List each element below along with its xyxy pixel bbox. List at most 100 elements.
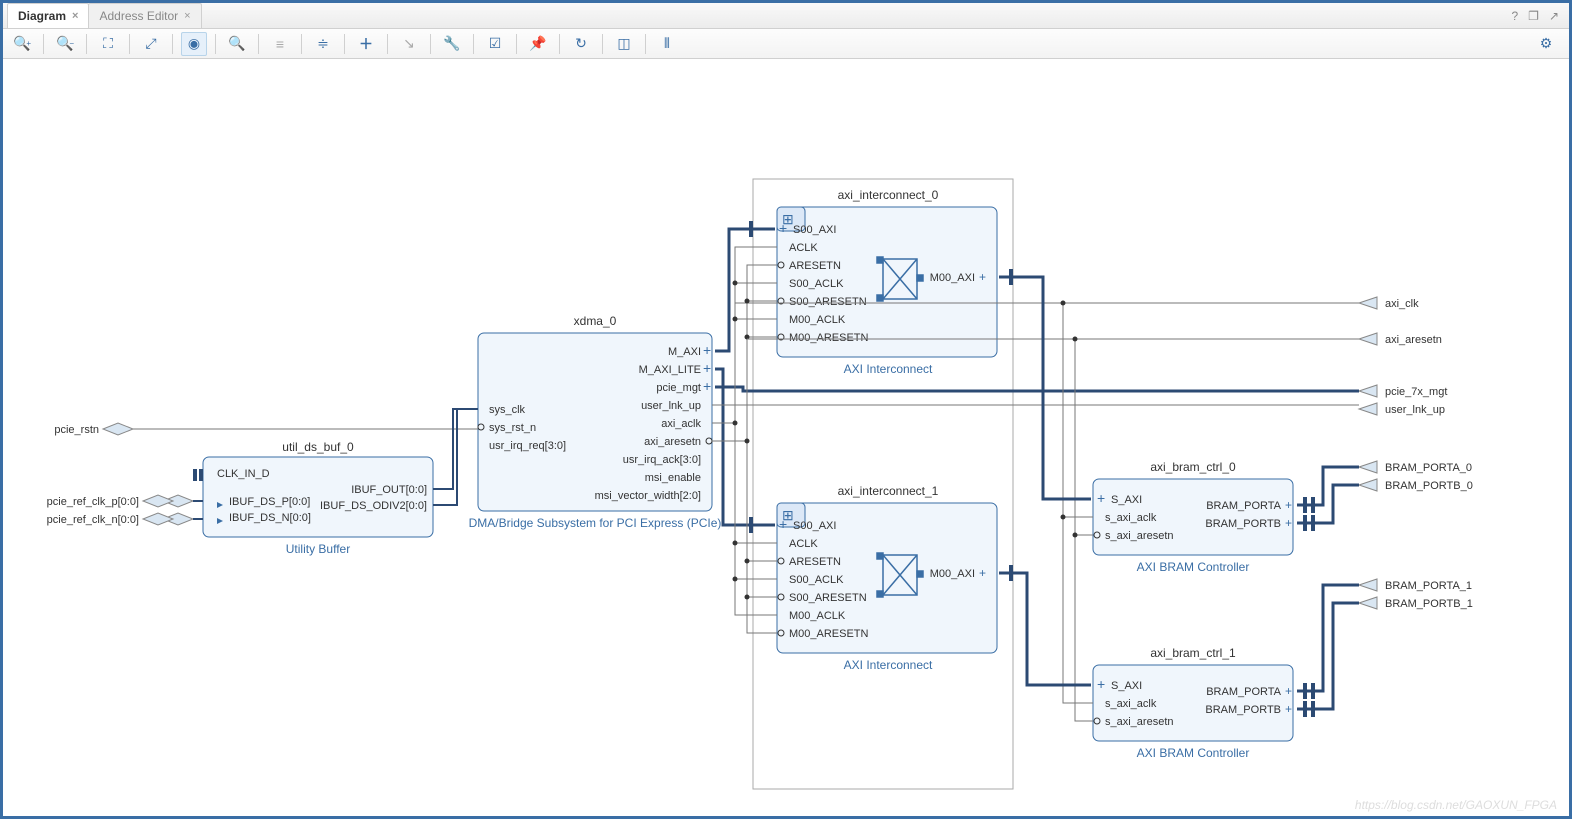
- ext-port-pcie-7x-mgt[interactable]: pcie_7x_mgt: [1359, 385, 1447, 398]
- ext-port-pcie-ref-clk-n[interactable]: pcie_ref_clk_n[0:0]: [47, 513, 193, 526]
- svg-text:+: +: [1285, 702, 1292, 716]
- port-label: user_lnk_up: [641, 400, 701, 412]
- watermark: https://blog.csdn.net/GAOXUN_FPGA: [1355, 798, 1557, 812]
- block-axi-bram-ctrl-0[interactable]: axi_bram_ctrl_0 S_AXI + s_axi_aclk s_axi…: [1093, 460, 1293, 574]
- ext-port-label: user_lnk_up: [1385, 404, 1445, 416]
- ext-port-pcie-ref-clk-p[interactable]: pcie_ref_clk_p[0:0]: [47, 495, 193, 508]
- port-label: S00_ARESETN: [789, 592, 867, 604]
- port-label: BRAM_PORTB: [1205, 704, 1281, 716]
- svg-text:+: +: [779, 516, 787, 532]
- block-type: AXI Interconnect: [844, 658, 933, 672]
- help-icon[interactable]: ?: [1511, 9, 1518, 23]
- svg-text:+: +: [979, 566, 986, 580]
- search-button[interactable]: 🔍: [224, 32, 250, 56]
- port-label: M00_ACLK: [789, 610, 846, 622]
- wire: [1075, 535, 1093, 721]
- ext-port-pcie-rstn[interactable]: pcie_rstn: [54, 423, 133, 436]
- port-label: IBUF_DS_ODIV2[0:0]: [320, 500, 427, 512]
- gear-icon[interactable]: ⚙: [1533, 32, 1559, 56]
- expand-button[interactable]: ⤢: [138, 32, 164, 56]
- ext-port-label: pcie_ref_clk_p[0:0]: [47, 496, 139, 508]
- center-button[interactable]: ◉: [181, 32, 207, 56]
- port-label: M00_ARESETN: [789, 332, 869, 344]
- close-icon[interactable]: ×: [184, 4, 190, 29]
- block-xdma[interactable]: xdma_0 sys_clk sys_rst_n usr_irq_req[3:0…: [469, 314, 722, 530]
- block-axi-interconnect-0[interactable]: axi_interconnect_0 ⊞ S00_AXI + ACLK ARES…: [777, 188, 997, 376]
- tab-diagram[interactable]: Diagram ×: [7, 3, 89, 28]
- ext-port-label: BRAM_PORTA_1: [1385, 580, 1472, 592]
- svg-text:+: +: [1097, 676, 1105, 692]
- wire: [433, 409, 478, 489]
- svg-text:+: +: [1097, 490, 1105, 506]
- highlight-button[interactable]: ◫: [611, 32, 637, 56]
- ext-port-user-lnk-up[interactable]: user_lnk_up: [1359, 403, 1445, 416]
- add-ip-button[interactable]: ＋: [353, 32, 379, 56]
- ext-port-bram-portb-1[interactable]: BRAM_PORTB_1: [1359, 597, 1473, 610]
- port-label: BRAM_PORTA: [1206, 686, 1281, 698]
- block-title: axi_interconnect_1: [838, 484, 939, 498]
- zoom-out-button[interactable]: 🔍−: [52, 32, 78, 56]
- block-type: AXI Interconnect: [844, 362, 933, 376]
- port-label: S00_ACLK: [789, 574, 844, 586]
- ext-port-bram-porta-1[interactable]: BRAM_PORTA_1: [1359, 579, 1472, 592]
- wire-axi: [715, 387, 1359, 391]
- zoom-fit-button[interactable]: ⛶: [95, 32, 121, 56]
- ext-port-axi-aresetn[interactable]: axi_aresetn: [1359, 333, 1442, 346]
- svg-text:+: +: [1285, 684, 1292, 698]
- close-icon[interactable]: ×: [72, 4, 78, 29]
- svg-text:+: +: [1285, 516, 1292, 530]
- tool-settings-button[interactable]: 🔧: [439, 32, 465, 56]
- block-title: axi_bram_ctrl_0: [1150, 460, 1236, 474]
- block-axi-interconnect-1[interactable]: axi_interconnect_1 ⊞ S00_AXI + ACLK ARES…: [777, 484, 997, 672]
- connect-button[interactable]: ↘: [396, 32, 422, 56]
- tab-bar: Diagram × Address Editor × ? ❐ ↗: [3, 3, 1569, 29]
- ext-port-axi-clk[interactable]: axi_clk: [1359, 297, 1419, 310]
- port-label: ARESETN: [789, 556, 841, 568]
- tab-label: Address Editor: [99, 4, 178, 29]
- refresh-button[interactable]: ↻: [568, 32, 594, 56]
- block-title: axi_bram_ctrl_1: [1150, 646, 1236, 660]
- zoom-in-button[interactable]: 🔍+: [9, 32, 35, 56]
- ext-port-label: pcie_7x_mgt: [1385, 386, 1447, 398]
- validate-button[interactable]: ☑: [482, 32, 508, 56]
- diagram-canvas[interactable]: pcie_rstn pcie_ref_clk_p[0:0] pcie_ref_c…: [3, 59, 1569, 816]
- svg-text:+: +: [1285, 498, 1292, 512]
- ext-port-bram-portb-0[interactable]: BRAM_PORTB_0: [1359, 479, 1473, 492]
- block-title: util_ds_buf_0: [282, 440, 354, 454]
- ext-port-bram-porta-0[interactable]: BRAM_PORTA_0: [1359, 461, 1472, 474]
- port-label: S00_ACLK: [789, 278, 844, 290]
- tab-address-editor[interactable]: Address Editor ×: [88, 3, 201, 28]
- block-axi-bram-ctrl-1[interactable]: axi_bram_ctrl_1 S_AXI + s_axi_aclk s_axi…: [1093, 646, 1293, 760]
- svg-text:+: +: [703, 378, 711, 394]
- port-label: sys_clk: [489, 404, 526, 416]
- group-button[interactable]: ⫴: [654, 32, 680, 56]
- pin-button[interactable]: 📌: [525, 32, 551, 56]
- port-label: CLK_IN_D: [217, 468, 270, 480]
- ext-port-label: BRAM_PORTA_0: [1385, 462, 1472, 474]
- port-label: s_axi_aresetn: [1105, 716, 1174, 728]
- arrange-button[interactable]: ≑: [310, 32, 336, 56]
- port-label: usr_irq_req[3:0]: [489, 440, 566, 452]
- port-label: axi_aresetn: [644, 436, 701, 448]
- block-util-ds-buf[interactable]: util_ds_buf_0 CLK_IN_D IBUF_DS_P[0:0] IB…: [193, 440, 433, 556]
- port-label: s_axi_aclk: [1105, 698, 1157, 710]
- block-type: AXI BRAM Controller: [1137, 746, 1250, 760]
- popout-icon[interactable]: ↗: [1549, 9, 1559, 23]
- port-label: S00_AXI: [793, 520, 836, 532]
- svg-text:+: +: [779, 220, 787, 236]
- port-label: M00_ACLK: [789, 314, 846, 326]
- port-label: ACLK: [789, 538, 818, 550]
- block-type: Utility Buffer: [286, 542, 350, 556]
- port-label: axi_aclk: [661, 418, 701, 430]
- port-label: IBUF_DS_P[0:0]: [229, 496, 310, 508]
- ext-port-label: axi_aresetn: [1385, 334, 1442, 346]
- port-label: M_AXI_LITE: [639, 364, 701, 376]
- port-label: S_AXI: [1111, 680, 1142, 692]
- maximize-icon[interactable]: ❐: [1528, 9, 1539, 23]
- port-label: M_AXI: [668, 346, 701, 358]
- port-label: IBUF_DS_N[0:0]: [229, 512, 311, 524]
- svg-text:+: +: [979, 270, 986, 284]
- collapse-button[interactable]: ≡: [267, 32, 293, 56]
- port-label: BRAM_PORTA: [1206, 500, 1281, 512]
- port-label: IBUF_OUT[0:0]: [351, 484, 427, 496]
